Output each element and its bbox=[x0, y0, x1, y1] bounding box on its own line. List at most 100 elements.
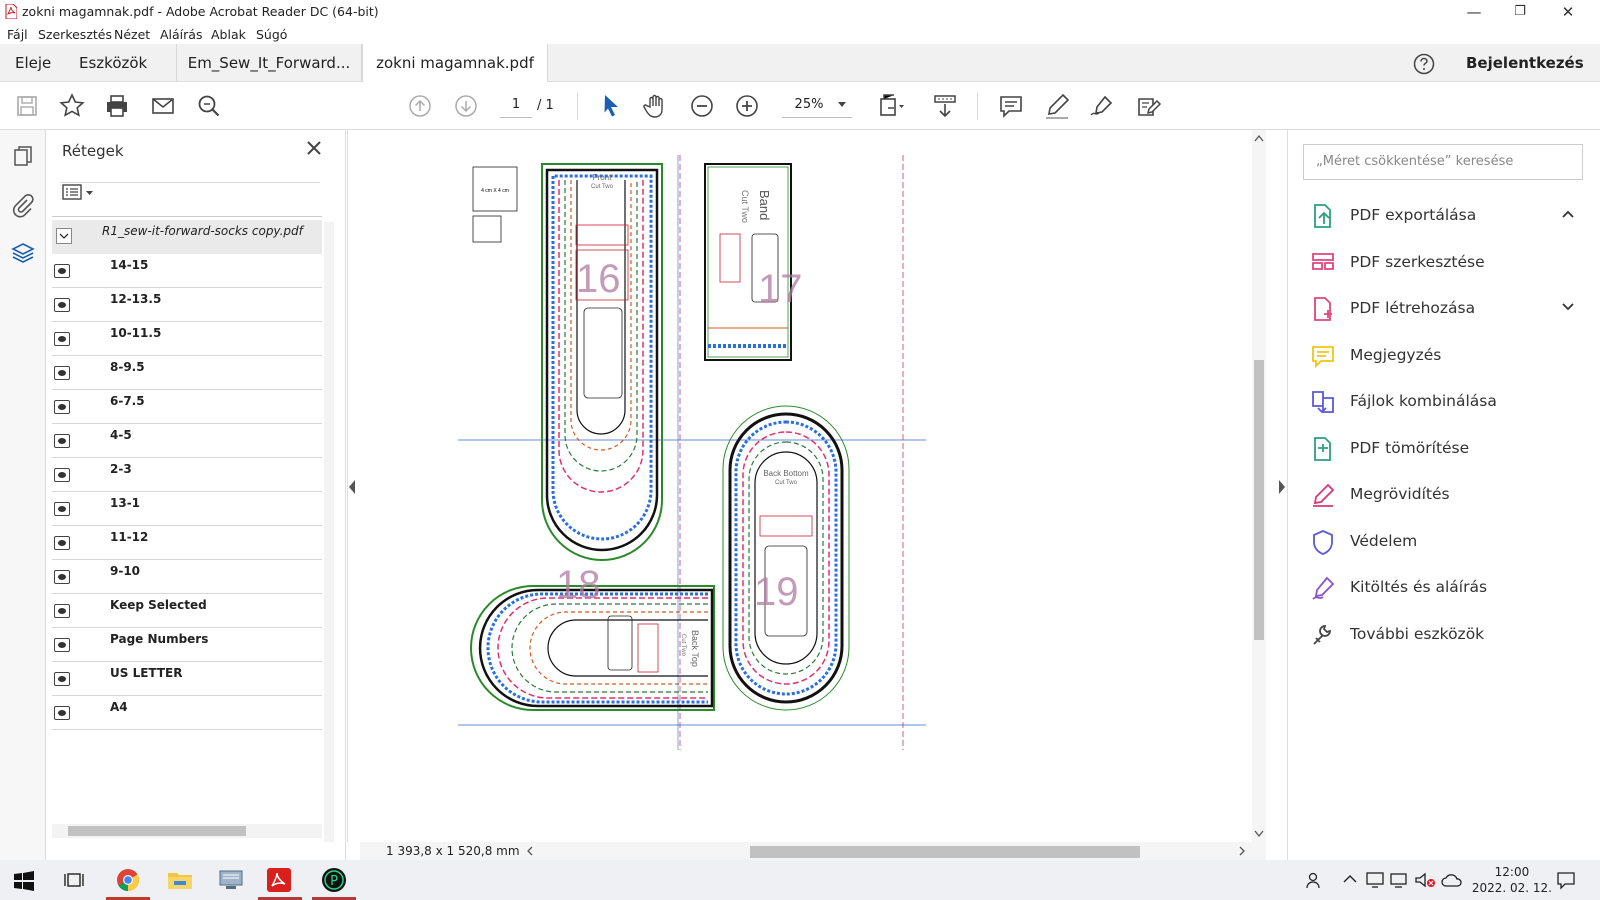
layer-row[interactable]: 14-15 bbox=[52, 254, 322, 288]
menu-file[interactable]: Fájl bbox=[7, 27, 28, 42]
zoom-out-icon[interactable] bbox=[687, 91, 717, 121]
visibility-eye-icon[interactable] bbox=[54, 332, 70, 346]
file-explorer-icon[interactable] bbox=[165, 866, 195, 894]
monitor-icon[interactable] bbox=[1390, 871, 1410, 889]
scroll-right-icon[interactable] bbox=[1238, 846, 1246, 856]
scrollbar-thumb[interactable] bbox=[750, 846, 1140, 858]
scroll-down-icon[interactable] bbox=[1254, 830, 1264, 838]
tool-export-pdf[interactable]: PDF exportálása bbox=[1310, 198, 1590, 238]
layers-icon[interactable] bbox=[9, 239, 37, 267]
add-comment-icon[interactable] bbox=[996, 91, 1026, 121]
bookmark-star-icon[interactable] bbox=[57, 91, 87, 121]
layer-row[interactable]: 11-12 bbox=[52, 526, 322, 560]
layer-row[interactable]: Page Numbers bbox=[52, 628, 322, 662]
expand-right-panel-icon[interactable] bbox=[1277, 480, 1287, 494]
attachments-paperclip-icon[interactable] bbox=[9, 191, 37, 219]
tool-redact[interactable]: Megrövidítés bbox=[1310, 477, 1590, 517]
onedrive-cloud-icon[interactable] bbox=[1441, 872, 1463, 888]
visibility-eye-icon[interactable] bbox=[54, 366, 70, 380]
highlight-pen-icon[interactable] bbox=[1042, 91, 1072, 121]
menu-sign[interactable]: Aláírás bbox=[160, 27, 202, 42]
layer-row[interactable]: A4 bbox=[52, 696, 322, 730]
tool-protect-shield[interactable]: Védelem bbox=[1310, 524, 1590, 564]
restore-button[interactable]: ❐ bbox=[1497, 0, 1543, 24]
help-icon[interactable] bbox=[1413, 53, 1435, 75]
remote-desktop-icon[interactable] bbox=[216, 866, 246, 894]
network-display-icon[interactable] bbox=[1365, 871, 1385, 889]
panel-horizontal-scrollbar[interactable] bbox=[52, 824, 322, 838]
layer-row[interactable]: 6-7.5 bbox=[52, 390, 322, 424]
email-icon[interactable] bbox=[148, 91, 178, 121]
layer-row[interactable]: 4-5 bbox=[52, 424, 322, 458]
visibility-eye-icon[interactable] bbox=[54, 604, 70, 618]
scroll-mode-icon[interactable] bbox=[930, 91, 960, 121]
layer-row[interactable]: 10-11.5 bbox=[52, 322, 322, 356]
signin-button[interactable]: Bejelentkezés bbox=[1466, 44, 1584, 82]
chevron-up-icon[interactable] bbox=[1343, 873, 1357, 885]
menu-view[interactable]: Nézet bbox=[114, 27, 150, 42]
layer-row[interactable]: 9-10 bbox=[52, 560, 322, 594]
layer-row[interactable]: Keep Selected bbox=[52, 594, 322, 628]
zoom-in-icon[interactable] bbox=[732, 91, 762, 121]
visibility-eye-icon[interactable] bbox=[54, 672, 70, 686]
collapse-left-panel-icon[interactable] bbox=[347, 480, 357, 494]
tool-compress-pdf[interactable]: PDF tömörítése bbox=[1310, 431, 1590, 471]
visibility-eye-icon[interactable] bbox=[54, 468, 70, 482]
layer-root-row[interactable]: R1_sew-it-forward-socks copy.pdf bbox=[52, 220, 322, 254]
pycharm-app-icon[interactable]: P bbox=[319, 866, 349, 894]
layer-row[interactable]: 8-9.5 bbox=[52, 356, 322, 390]
visibility-eye-icon[interactable] bbox=[54, 536, 70, 550]
tab-tools[interactable]: Eszközök bbox=[79, 44, 147, 82]
scroll-left-icon[interactable] bbox=[526, 846, 534, 856]
hand-tool-icon[interactable] bbox=[641, 91, 671, 121]
visibility-eye-icon[interactable] bbox=[54, 400, 70, 414]
tool-search-input[interactable]: „Méret csökkentése” keresése bbox=[1303, 144, 1583, 180]
chevron-up-icon[interactable] bbox=[1560, 206, 1576, 222]
task-view-icon[interactable] bbox=[64, 871, 84, 889]
next-page-icon[interactable] bbox=[451, 91, 481, 121]
scrollbar-thumb[interactable] bbox=[68, 826, 246, 836]
tab-document-2[interactable]: zokni magamnak.pdf × bbox=[362, 44, 548, 110]
menu-edit[interactable]: Szerkesztés bbox=[38, 27, 112, 42]
layer-row[interactable]: 13-1 bbox=[52, 492, 322, 526]
minimize-button[interactable]: — bbox=[1451, 0, 1497, 24]
previous-page-icon[interactable] bbox=[405, 91, 435, 121]
chrome-icon[interactable] bbox=[113, 866, 143, 894]
fill-form-icon[interactable] bbox=[1133, 91, 1163, 121]
visibility-eye-icon[interactable] bbox=[54, 264, 70, 278]
page-fit-icon[interactable] bbox=[875, 91, 905, 121]
volume-muted-icon[interactable] bbox=[1414, 871, 1436, 889]
panel-vertical-scrollbar[interactable] bbox=[324, 222, 334, 842]
tab-document-1[interactable]: Em_Sew_It_Forward... bbox=[176, 44, 362, 82]
print-icon[interactable] bbox=[102, 91, 132, 121]
chevron-down-icon[interactable] bbox=[1560, 299, 1576, 315]
visibility-eye-icon[interactable] bbox=[54, 570, 70, 584]
tool-combine-files[interactable]: Fájlok kombinálása bbox=[1310, 384, 1590, 424]
tool-fill-sign[interactable]: Kitöltés és aláírás bbox=[1310, 570, 1590, 610]
page-number-input[interactable]: 1 bbox=[500, 92, 532, 118]
select-cursor-icon[interactable] bbox=[596, 91, 626, 121]
tool-more-tools[interactable]: További eszközök bbox=[1310, 617, 1590, 657]
acrobat-reader-icon[interactable] bbox=[264, 866, 294, 894]
tool-create-pdf[interactable]: PDF létrehozása bbox=[1310, 291, 1590, 331]
chevron-down-icon[interactable] bbox=[56, 228, 72, 244]
visibility-eye-icon[interactable] bbox=[54, 434, 70, 448]
notifications-icon[interactable] bbox=[1556, 870, 1576, 890]
visibility-eye-icon[interactable] bbox=[54, 638, 70, 652]
scroll-up-icon[interactable] bbox=[1254, 134, 1264, 142]
close-window-button[interactable]: ✕ bbox=[1545, 0, 1591, 24]
chevron-down-icon[interactable] bbox=[838, 102, 846, 108]
tool-edit-pdf[interactable]: PDF szerkesztése bbox=[1310, 245, 1590, 285]
page-thumbnails-icon[interactable] bbox=[9, 144, 37, 172]
close-panel-icon[interactable] bbox=[304, 138, 324, 158]
tool-comment[interactable]: Megjegyzés bbox=[1310, 338, 1590, 378]
visibility-eye-icon[interactable] bbox=[54, 502, 70, 516]
people-icon[interactable] bbox=[1305, 871, 1325, 889]
sign-pen-icon[interactable] bbox=[1087, 91, 1117, 121]
visibility-eye-icon[interactable] bbox=[54, 706, 70, 720]
windows-start-icon[interactable] bbox=[14, 871, 34, 891]
visibility-eye-icon[interactable] bbox=[54, 298, 70, 312]
save-icon[interactable] bbox=[12, 91, 42, 121]
layer-options-icon[interactable] bbox=[62, 183, 98, 201]
layer-row[interactable]: 12-13.5 bbox=[52, 288, 322, 322]
